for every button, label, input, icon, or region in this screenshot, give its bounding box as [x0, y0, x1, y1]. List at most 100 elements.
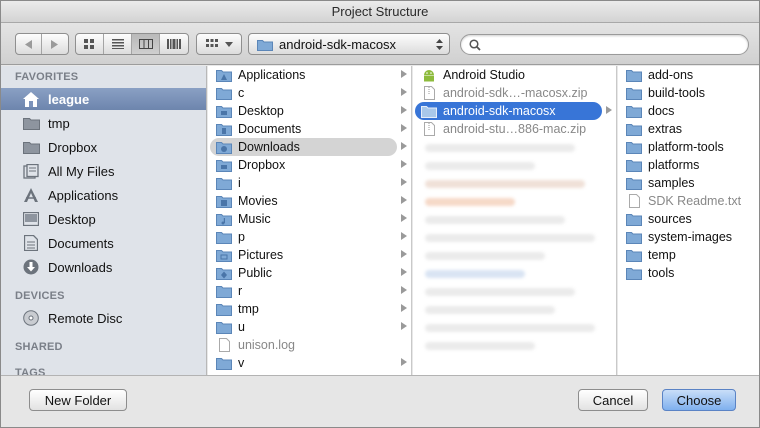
column-row-applications[interactable]: Applications: [208, 66, 411, 84]
new-folder-button[interactable]: New Folder: [29, 389, 127, 411]
search-input[interactable]: [485, 37, 740, 52]
folder-icon: [626, 86, 642, 100]
cover-flow-view-button[interactable]: [160, 34, 188, 54]
sidebar-item-downloads[interactable]: Downloads: [1, 256, 206, 278]
documents-icon: [21, 235, 41, 251]
search-field[interactable]: [460, 34, 749, 55]
column-row-sources[interactable]: sources: [618, 210, 759, 228]
sidebar-item-label: Remote Disc: [48, 310, 123, 326]
column-row-tools[interactable]: tools: [618, 264, 759, 282]
sidebar-item-dropbox[interactable]: Dropbox: [1, 136, 206, 158]
choose-button[interactable]: Choose: [662, 389, 736, 411]
column-view-button[interactable]: [132, 34, 160, 54]
column-row-desktop[interactable]: Desktop: [208, 102, 411, 120]
column-row-music[interactable]: Music: [208, 210, 411, 228]
row-label: Applications: [238, 68, 306, 82]
row-label: Downloads: [238, 140, 300, 154]
column-row-p[interactable]: p: [208, 228, 411, 246]
column-row-android-studio-zip[interactable]: android-stu…886-mac.zip: [413, 120, 616, 138]
column-row-samples[interactable]: samples: [618, 174, 759, 192]
disclosure-arrow-icon: [401, 322, 407, 330]
disclosure-arrow-icon: [401, 304, 407, 312]
column-row-movies[interactable]: Movies: [208, 192, 411, 210]
row-label: android-sdk-macosx: [443, 104, 556, 118]
column-row-platforms[interactable]: platforms: [618, 156, 759, 174]
column-row-i[interactable]: i: [208, 174, 411, 192]
folder-icon: [626, 230, 642, 244]
column-row-android-studio[interactable]: Android Studio: [413, 66, 616, 84]
column-row-build-tools[interactable]: build-tools: [618, 84, 759, 102]
location-popup[interactable]: android-sdk-macosx: [248, 33, 450, 55]
toolbar: android-sdk-macosx: [1, 23, 759, 65]
desktop-icon: [21, 211, 41, 227]
folder-icon: [626, 266, 642, 280]
folder-icon: [21, 115, 41, 131]
sidebar-item-label: tmp: [48, 115, 70, 131]
cover-flow-icon: [167, 39, 181, 49]
zip-file-icon: [421, 122, 437, 136]
column-row-v[interactable]: v: [208, 354, 411, 372]
column-row-c[interactable]: c: [208, 84, 411, 102]
row-label: SDK Readme.txt: [648, 194, 742, 208]
forward-button[interactable]: [42, 34, 68, 54]
sidebar-item-applications[interactable]: Applications: [1, 184, 206, 206]
list-view-button[interactable]: [104, 34, 132, 54]
sidebar-item-label: Dropbox: [48, 139, 98, 155]
column-row-downloads[interactable]: Downloads: [208, 138, 411, 156]
column-row-dropbox[interactable]: Dropbox: [208, 156, 411, 174]
arrange-popup[interactable]: [196, 33, 242, 55]
column-row-temp[interactable]: temp: [618, 246, 759, 264]
folder-icon: [21, 139, 41, 155]
row-label: v: [238, 356, 245, 370]
up-down-arrows-icon: [436, 38, 443, 50]
sidebar-item-documents[interactable]: Documents: [1, 232, 206, 254]
row-label: docs: [648, 104, 675, 118]
cancel-button[interactable]: Cancel: [578, 389, 648, 411]
column-row-pictures[interactable]: Pictures: [208, 246, 411, 264]
row-label: platforms: [648, 158, 700, 172]
column-row-system-images[interactable]: system-images: [618, 228, 759, 246]
navigation-buttons: [15, 33, 69, 55]
folder-icon: [421, 104, 437, 118]
sidebar-item-tmp[interactable]: tmp: [1, 112, 206, 134]
sidebar-item-league[interactable]: league: [1, 88, 206, 110]
folder-icon: [626, 248, 642, 262]
column-row-sdk-readme[interactable]: SDK Readme.txt: [618, 192, 759, 210]
documents-folder-icon: [216, 122, 232, 136]
column-row-android-sdk-zip[interactable]: android-sdk…-macosx.zip: [413, 84, 616, 102]
disclosure-arrow-icon: [401, 124, 407, 132]
row-label: tools: [648, 266, 675, 280]
column-row-public[interactable]: Public: [208, 264, 411, 282]
column-row-extras[interactable]: extras: [618, 120, 759, 138]
disclosure-arrow-icon: [401, 88, 407, 96]
folder-icon: [216, 230, 232, 244]
column-row-u[interactable]: u: [208, 318, 411, 336]
sidebar-item-remote-disc[interactable]: Remote Disc: [1, 307, 206, 329]
favorites-header: FAVORITES: [15, 71, 79, 83]
folder-icon: [216, 356, 232, 370]
sidebar-item-label: Desktop: [48, 211, 96, 227]
column-row-documents[interactable]: Documents: [208, 120, 411, 138]
column-row-platform-tools[interactable]: platform-tools: [618, 138, 759, 156]
row-label: c: [238, 86, 245, 100]
shared-header: SHARED: [15, 341, 63, 353]
disclosure-arrow-icon: [401, 160, 407, 168]
downloads-folder-icon: [216, 140, 232, 154]
column-row-r[interactable]: r: [208, 282, 411, 300]
column-row-unison-log[interactable]: unison.log: [208, 336, 411, 354]
back-button[interactable]: [16, 34, 42, 54]
sidebar-item-label: All My Files: [48, 163, 115, 179]
row-label: android-sdk…-macosx.zip: [443, 86, 588, 100]
row-label: u: [238, 320, 245, 334]
column-row-docs[interactable]: docs: [618, 102, 759, 120]
column-row-add-ons[interactable]: add-ons: [618, 66, 759, 84]
search-icon: [469, 39, 481, 51]
sidebar-item-label: Downloads: [48, 259, 113, 275]
sidebar-item-all-my-files[interactable]: All My Files: [1, 160, 206, 182]
sidebar-item-desktop[interactable]: Desktop: [1, 208, 206, 230]
column-row-android-sdk-macosx[interactable]: android-sdk-macosx: [413, 102, 616, 120]
disclosure-arrow-icon: [401, 106, 407, 114]
icon-view-button[interactable]: [76, 34, 104, 54]
column-row-tmp[interactable]: tmp: [208, 300, 411, 318]
pictures-folder-icon: [216, 248, 232, 262]
